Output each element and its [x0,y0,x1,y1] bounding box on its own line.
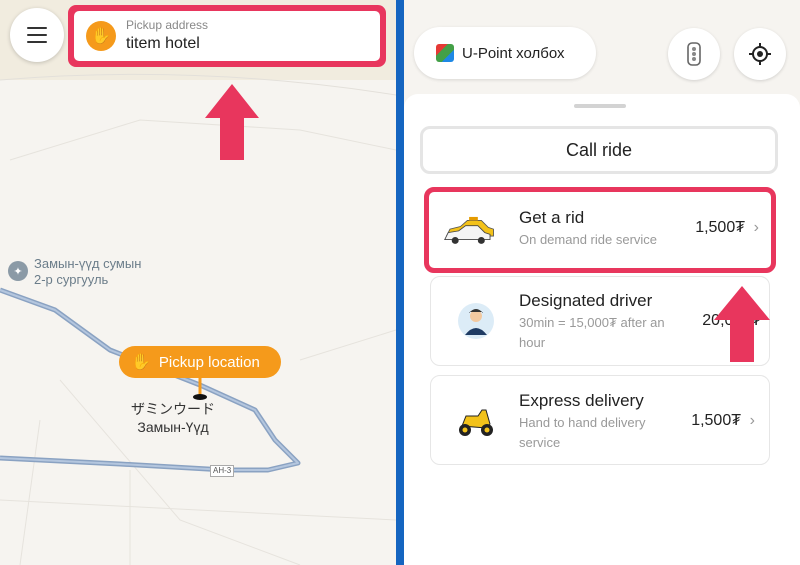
pickup-location-marker[interactable]: ✋ Pickup location [119,346,281,378]
pickup-location-label: Pickup location [158,353,260,371]
crosshair-icon [749,43,771,65]
service-price: 1,500₮ [691,412,741,429]
waving-hand-icon: ✋ [86,21,116,51]
poi-school-label[interactable]: Замын-үүд сумын 2-р сургууль [34,256,141,288]
chevron-right-icon: › [749,412,755,429]
pickup-address-value: titem hotel [126,35,200,52]
panel-divider [396,0,404,565]
service-title: Get a rid [519,208,585,227]
traffic-light-icon [687,42,701,66]
service-price: 1,500₮ [695,219,745,236]
taxi-car-icon [443,206,497,254]
upoint-connect-button[interactable]: U-Point холбох [414,27,596,79]
service-title: Express delivery [519,391,644,410]
service-subtitle: Hand to hand delivery service [519,415,646,450]
menu-button[interactable] [10,8,64,62]
service-subtitle: 30min = 15,000₮ after an hour [519,315,665,350]
chevron-right-icon: › [753,219,759,236]
town-label-mongolian: Замын-Үүд [137,419,209,435]
ride-panel: U-Point холбох Call ride Get a rid On de… [404,0,800,565]
service-get-a-ride[interactable]: Get a rid On demand ride service 1,500₮ … [424,187,776,273]
traffic-button[interactable] [668,28,720,80]
locate-me-button[interactable] [734,28,786,80]
town-label-japanese: ザミンウード [131,401,215,417]
service-subtitle: On demand ride service [519,232,658,247]
service-express-delivery[interactable]: Express delivery Hand to hand delivery s… [430,375,770,465]
poi-school-line2: 2-р сургууль [34,272,109,287]
scooter-icon [449,396,503,444]
upoint-logo-icon [436,44,454,62]
waving-hand-icon: ✋ [131,354,151,371]
driver-icon [449,297,503,345]
service-title: Designated driver [519,291,653,310]
upoint-label: U-Point холбох [462,44,565,62]
pickup-address-caption: Pickup address [126,18,209,32]
poi-school-line1: Замын-үүд сумын [34,256,142,271]
pickup-address-field[interactable]: ✋ Pickup address titem hotel [68,5,386,67]
sheet-drag-handle[interactable] [574,104,626,108]
map-panel: ✋ Pickup address titem hotel ✦ Замын-үүд… [0,0,396,565]
pointer-arrow [714,286,770,362]
hamburger-icon [27,27,47,43]
town-label: ザミンウード Замын-Үүд [118,400,228,436]
school-icon: ✦ [8,261,28,281]
call-ride-button[interactable]: Call ride [420,126,778,174]
road-shield: AH-3 [210,465,235,477]
